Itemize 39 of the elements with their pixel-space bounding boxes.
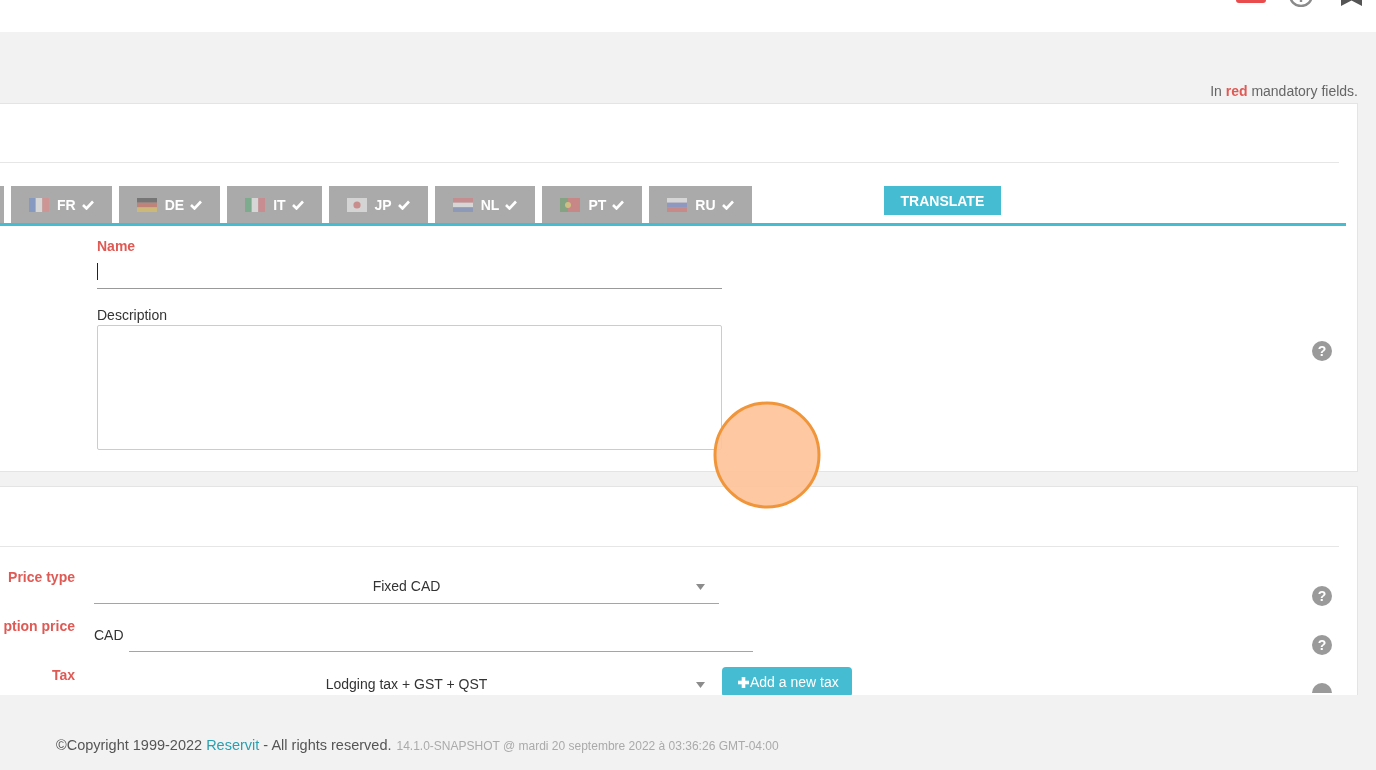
add-tax-button[interactable]: Add a new tax bbox=[722, 667, 852, 695]
flag-icon bbox=[29, 197, 49, 212]
flag-icon bbox=[560, 197, 581, 212]
help-button[interactable]: ? bbox=[1312, 341, 1332, 361]
language-tab[interactable]: FR bbox=[11, 186, 112, 223]
caret-icon bbox=[696, 682, 705, 688]
language-tab[interactable]: RU bbox=[649, 186, 752, 223]
flag-icon bbox=[245, 197, 266, 212]
language-tab[interactable]: NL bbox=[434, 186, 536, 223]
field-label: ption price bbox=[2, 618, 75, 635]
flag-icon bbox=[452, 197, 473, 212]
plus-icon bbox=[738, 676, 749, 688]
version-text: 14.1.0-SNAPSHOT @ mardi 20 septembre 2022 à 03:36:26 GMT-04:00 bbox=[396, 739, 779, 753]
flag-icon bbox=[667, 197, 688, 212]
help-button[interactable]: ? bbox=[1312, 635, 1332, 655]
caret-icon bbox=[696, 584, 705, 590]
description-field[interactable] bbox=[97, 325, 722, 450]
company-link[interactable]: Reservit bbox=[206, 737, 260, 753]
flag-icon bbox=[136, 197, 157, 212]
flag-icon bbox=[346, 197, 367, 212]
help-button[interactable] bbox=[1312, 683, 1332, 693]
help-button[interactable]: ? bbox=[1312, 586, 1332, 606]
language-tab[interactable]: PT bbox=[542, 186, 643, 223]
translate-button[interactable]: TRANSLATE bbox=[883, 186, 1002, 215]
language-tab[interactable]: JP bbox=[328, 186, 428, 223]
field-label: Name bbox=[97, 238, 137, 255]
bookmark-icon[interactable] bbox=[1341, 0, 1362, 6]
field-label: Price type bbox=[7, 569, 75, 586]
ring-icon[interactable] bbox=[1288, 0, 1314, 7]
mandatory-note: In red mandatory fields. bbox=[1209, 82, 1358, 100]
copyright-text: ©Copyright 1999-2022 Reservit - All rights reserved. bbox=[56, 736, 392, 754]
language-tab[interactable]: DE bbox=[118, 186, 221, 223]
dropdown-field[interactable]: Lodging tax + GST + QST bbox=[94, 667, 719, 695]
badge-icon[interactable] bbox=[1236, 0, 1266, 3]
language-tab[interactable]: IT bbox=[227, 186, 322, 223]
field-label: Description bbox=[97, 307, 169, 324]
dropdown-field[interactable]: Fixed CAD bbox=[94, 569, 719, 604]
currency-label: CAD bbox=[94, 626, 124, 645]
field-label: Tax bbox=[50, 667, 75, 684]
